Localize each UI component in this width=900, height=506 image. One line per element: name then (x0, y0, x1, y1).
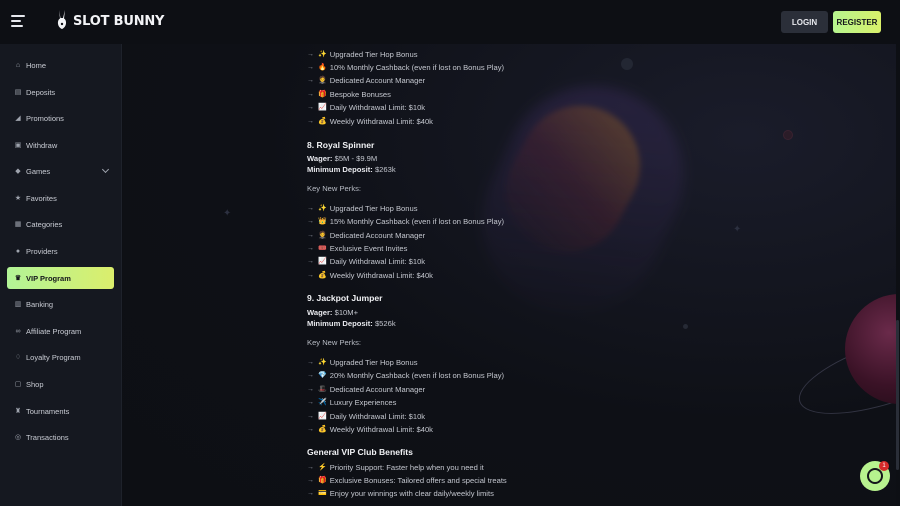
list-item: → 💰 Weekly Withdrawal Limit: $40k (307, 270, 433, 280)
sidebar-item-deposits[interactable]: ▤ Deposits (7, 81, 114, 103)
sidebar-item-label: Games (26, 166, 51, 176)
chat-notification-badge: 1 (879, 461, 889, 471)
sidebar-item-label: Affiliate Program (26, 326, 82, 336)
sidebar-item-loyalty-program[interactable]: ♢ Loyalty Program (7, 346, 114, 368)
sidebar-item-label: Transactions (26, 432, 69, 442)
main-content: ✦ ✦ → ✨ Upgraded Tier Hop Bonus → 🔥 10% Mont… (123, 44, 900, 506)
sidebar-item-label: Home (26, 60, 47, 70)
star-icon: ★ (14, 195, 22, 202)
register-button[interactable]: REGISTER (833, 11, 881, 33)
sidebar-item-games[interactable]: ◆ Games (7, 160, 114, 182)
megaphone-icon: ◢ (15, 115, 21, 122)
list-item: → 💎 20% Monthly Cashback (even if lost on … (307, 370, 505, 380)
crown-icon: ♛ (14, 275, 22, 282)
trophy-icon: ♜ (14, 408, 22, 415)
tier-title: 9. Jackpot Jumper (307, 293, 383, 303)
sidebar-item-vip-program[interactable]: ♛ VIP Program (7, 267, 114, 289)
top-header: SLOT BUNNY LOGIN REGISTER (0, 0, 900, 44)
list-item: → 🔥 10% Monthly Cashback (even if lost on … (307, 62, 505, 72)
sidebar-item-label: Withdraw (26, 140, 58, 150)
sidebar-item-withdraw[interactable]: ▣ Withdraw (7, 134, 114, 156)
list-item: → 💰 Weekly Withdrawal Limit: $40k (307, 116, 433, 126)
sidebar-item-shop[interactable]: ▢ Shop (7, 373, 114, 395)
sidebar-item-banking[interactable]: ▥ Banking (7, 293, 114, 315)
home-icon: ⌂ (15, 61, 21, 69)
chevron-down-icon[interactable] (101, 165, 110, 174)
shop-icon: ▢ (14, 381, 22, 388)
bank-icon: ▥ (14, 301, 22, 308)
min-deposit-row: Minimum Deposit: $526k (307, 319, 396, 328)
list-item: → ✨ Upgraded Tier Hop Bonus (307, 49, 418, 59)
sidebar-item-affiliate-program[interactable]: ∞ Affiliate Program (7, 320, 114, 342)
logo-text: SLOT BUNNY (73, 13, 165, 29)
list-item: → 📈 Daily Withdrawal Limit: $10k (307, 411, 426, 421)
list-item: → 🎁 Bespoke Bonuses (307, 89, 391, 99)
games-icon: ◆ (15, 168, 21, 175)
sidebar-item-promotions[interactable]: ◢ Promotions (7, 107, 114, 129)
star-decoration: ✦ (223, 208, 232, 219)
bunny-logo-icon (57, 10, 67, 29)
min-deposit-row: Minimum Deposit: $263k (307, 165, 396, 174)
sidebar: ⌂ Home ▤ Deposits ◢ Promotions ▣ Withdraw ◆ G… (0, 44, 122, 506)
sidebar-item-categories[interactable]: ▦ Categories (7, 213, 114, 235)
perks-heading: Key New Perks: (307, 338, 362, 347)
sidebar-item-label: Banking (26, 299, 54, 309)
perks-heading: Key New Perks: (307, 184, 362, 193)
sidebar-item-favorites[interactable]: ★ Favorites (7, 187, 114, 209)
providers-icon: ● (15, 247, 21, 255)
sidebar-item-providers[interactable]: ● Providers (7, 240, 114, 262)
categories-icon: ▦ (14, 221, 22, 228)
sidebar-item-label: Deposits (26, 87, 56, 97)
menu-toggle-icon[interactable] (11, 15, 25, 27)
planet-dot-decoration (621, 58, 633, 70)
sidebar-item-label: Categories (26, 219, 63, 229)
scrollbar-thumb[interactable] (896, 320, 899, 470)
list-item: → 💰 Weekly Withdrawal Limit: $40k (307, 424, 433, 434)
list-item: → 📈 Daily Withdrawal Limit: $10k (307, 256, 426, 266)
list-item: → ✈️ Luxury Experiences (307, 397, 397, 407)
sidebar-item-label: Promotions (26, 113, 64, 123)
sidebar-item-home[interactable]: ⌂ Home (7, 54, 114, 76)
list-item: → 📈 Daily Withdrawal Limit: $10k (307, 102, 426, 112)
wallet-icon: ▤ (14, 89, 22, 96)
list-item: → 🎟️ Exclusive Event Invites (307, 243, 408, 253)
sidebar-item-tournaments[interactable]: ♜ Tournaments (7, 400, 114, 422)
wager-row: Wager: $10M+ (307, 308, 359, 317)
planet-dot-decoration (683, 324, 688, 329)
link-icon: ∞ (15, 327, 21, 335)
sidebar-item-label: VIP Program (26, 273, 71, 283)
sidebar-item-label: Providers (26, 246, 58, 256)
sidebar-item-transactions[interactable]: ◎ Transactions (7, 426, 114, 448)
list-item: → 🤵 Dedicated Account Manager (307, 230, 426, 240)
list-item: → ⚡ Priority Support: Faster help when you… (307, 462, 484, 472)
sidebar-item-label: Loyalty Program (26, 352, 81, 362)
sidebar-item-label: Favorites (26, 193, 57, 203)
list-item: → 👑 15% Monthly Cashback (even if lost on … (307, 216, 505, 226)
list-item: → 🎩 Dedicated Account Manager (307, 384, 426, 394)
list-item: → 🎁 Exclusive Bonuses: Tailored offers and… (307, 475, 507, 485)
withdraw-icon: ▣ (14, 142, 22, 149)
general-benefits-title: General VIP Club Benefits (307, 447, 413, 457)
list-item: → ✨ Upgraded Tier Hop Bonus (307, 203, 418, 213)
login-button[interactable]: LOGIN (781, 11, 828, 33)
star-decoration: ✦ (733, 224, 742, 235)
chat-bubble-icon (867, 468, 883, 484)
sidebar-item-label: Tournaments (26, 406, 70, 416)
sidebar-item-label: Shop (26, 379, 44, 389)
list-item: → 🤵 Dedicated Account Manager (307, 75, 426, 85)
list-item: → ✨ Upgraded Tier Hop Bonus (307, 357, 418, 367)
tier-title: 8. Royal Spinner (307, 140, 375, 150)
planet-dot-decoration (783, 130, 793, 140)
wager-row: Wager: $5M - $9.9M (307, 154, 378, 163)
logo[interactable]: SLOT BUNNY (55, 9, 164, 33)
transactions-icon: ◎ (14, 434, 22, 441)
loyalty-icon: ♢ (14, 354, 22, 361)
list-item: → 💳 Enjoy your winnings with clear daily/w… (307, 488, 494, 498)
